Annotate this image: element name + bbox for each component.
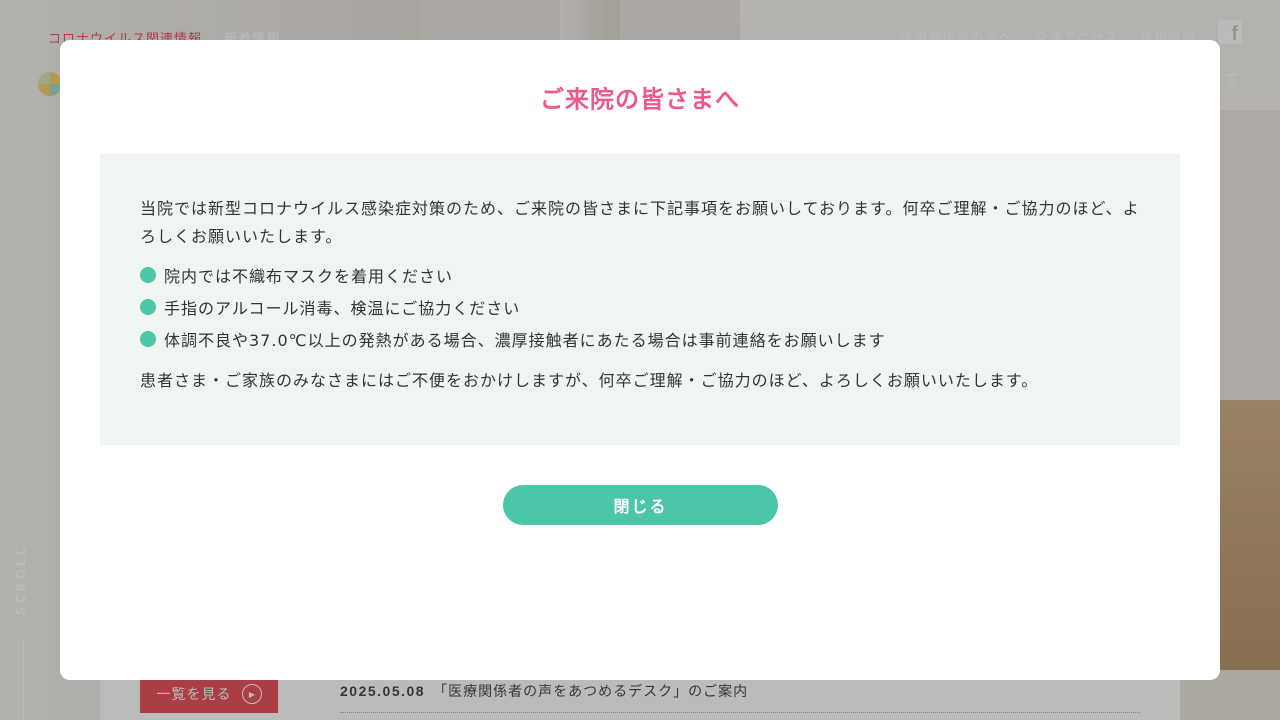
notice-bullet-text: 手指のアルコール消毒、検温にご協力ください (164, 299, 521, 318)
notice-bullet-item: 体調不良や37.0℃以上の発熱がある場合、濃厚接触者にあたる場合は事前連絡をお願… (140, 323, 1140, 355)
notice-bullet-text: 体調不良や37.0℃以上の発熱がある場合、濃厚接触者にあたる場合は事前連絡をお願… (164, 331, 886, 350)
notice-closing: 患者さま・ご家族のみなさまにはご不便をおかけしますが、何卒ご理解・ご協力のほど、… (140, 371, 1039, 390)
notice-intro: 当院では新型コロナウイルス感染症対策のため、ご来院の皆さまに下記事項をお願いして… (140, 199, 1140, 246)
bullet-dot-icon (140, 331, 156, 347)
bullet-dot-icon (140, 267, 156, 283)
bullet-dot-icon (140, 299, 156, 315)
notice-bullet-item: 手指のアルコール消毒、検温にご協力ください (140, 291, 1140, 323)
notice-bullet-item: 院内では不織布マスクを着用ください (140, 259, 1140, 291)
notice-bullet-list: 院内では不織布マスクを着用ください 手指のアルコール消毒、検温にご協力ください … (140, 259, 1140, 355)
close-button[interactable]: 閉じる (503, 485, 778, 525)
notice-bullet-text: 院内では不織布マスクを着用ください (164, 267, 454, 286)
modal-title: ご来院の皆さまへ (540, 85, 740, 114)
notice-modal: ご来院の皆さまへ 当院では新型コロナウイルス感染症対策のため、ご来院の皆さまに下… (60, 40, 1220, 680)
notice-box: 当院では新型コロナウイルス感染症対策のため、ご来院の皆さまに下記事項をお願いして… (100, 154, 1180, 445)
